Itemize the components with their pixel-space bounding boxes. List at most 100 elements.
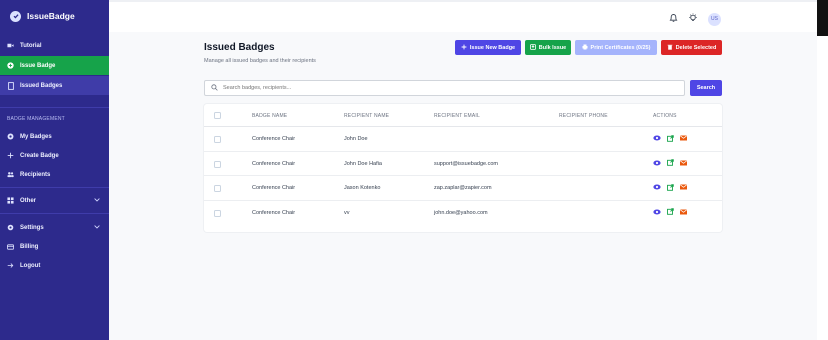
recipient-name-cell: vv xyxy=(344,209,350,216)
column-header-recipient-email: RECIPIENT EMAIL xyxy=(434,113,480,119)
badge-name-cell: Conference Chair xyxy=(252,209,296,216)
row-checkbox[interactable] xyxy=(214,209,221,217)
mail-icon[interactable] xyxy=(679,134,687,142)
plus-icon xyxy=(461,44,467,52)
table-row: Conference Chair Jason Kotenko zap.zapla… xyxy=(204,176,722,201)
eye-icon[interactable] xyxy=(653,208,661,216)
sidebar-item-issue-badge[interactable]: Issue Badge xyxy=(0,56,109,75)
column-header-recipient-phone: RECIPIENT PHONE xyxy=(559,113,608,119)
recipient-email-cell: john.doe@yahoo.com xyxy=(434,209,488,216)
gear-icon xyxy=(7,224,14,231)
topbar: US xyxy=(109,0,817,32)
mail-icon[interactable] xyxy=(679,159,687,167)
sidebar-item-billing[interactable]: Billing xyxy=(0,237,109,256)
eye-icon[interactable] xyxy=(653,183,661,191)
table-row: Conference Chair John Doe Hafia support@… xyxy=(204,152,722,176)
card-icon xyxy=(7,243,14,250)
divider xyxy=(0,107,109,108)
bell-icon[interactable] xyxy=(669,10,678,28)
recipient-name-cell: Jason Kotenko xyxy=(344,185,381,191)
chevron-down-icon xyxy=(94,197,100,204)
button-label: Bulk Issue xyxy=(538,44,567,51)
divider xyxy=(0,213,109,214)
users-icon xyxy=(7,171,14,178)
sidebar-item-issued-badges[interactable]: Issued Badges xyxy=(0,76,109,95)
button-label: Print Certificates (0/25) xyxy=(590,44,651,51)
external-link-icon[interactable] xyxy=(666,159,674,167)
issued-badges-table: BADGE NAME RECIPIENT NAME RECIPIENT EMAI… xyxy=(204,104,722,232)
sidebar-item-label: Recipients xyxy=(20,171,51,178)
printer-icon xyxy=(582,44,588,52)
plus-icon xyxy=(7,152,14,159)
window-edge xyxy=(817,0,828,36)
sidebar-item-label: Settings xyxy=(20,224,44,231)
video-icon xyxy=(7,42,14,49)
column-header-recipient-name: RECIPIENT NAME xyxy=(344,113,390,119)
badge-name-cell: Conference Chair xyxy=(252,136,296,142)
row-checkbox[interactable] xyxy=(214,185,221,192)
row-checkbox[interactable] xyxy=(214,160,221,168)
lightbulb-icon[interactable] xyxy=(688,10,698,28)
mail-icon[interactable] xyxy=(679,183,687,191)
select-all-checkbox[interactable] xyxy=(214,112,221,119)
divider xyxy=(0,187,109,188)
row-checkbox[interactable] xyxy=(214,136,221,143)
external-link-icon[interactable] xyxy=(666,134,674,142)
app-name: IssueBadge xyxy=(27,11,75,21)
search-icon xyxy=(211,83,218,93)
page-title: Issued Badges xyxy=(204,42,275,53)
badge-name-cell: Conference Chair xyxy=(252,185,296,191)
sidebar-item-create-badge[interactable]: Create Badge xyxy=(0,146,109,165)
plus-circle-icon xyxy=(7,62,14,69)
sidebar-item-logout[interactable]: Logout xyxy=(0,256,109,275)
sidebar-item-my-badges[interactable]: My Badges xyxy=(0,127,109,146)
mail-icon[interactable] xyxy=(679,208,687,216)
section-title: BADGE MANAGEMENT xyxy=(7,116,65,122)
sidebar-item-tutorial[interactable]: Tutorial xyxy=(0,36,109,55)
upload-icon xyxy=(529,43,536,52)
issue-new-badge-button[interactable]: Issue New Badge xyxy=(455,40,521,55)
eye-icon[interactable] xyxy=(653,159,661,167)
bulk-issue-button[interactable]: Bulk Issue xyxy=(525,40,571,55)
external-link-icon[interactable] xyxy=(666,208,674,216)
column-header-actions: ACTIONS xyxy=(653,113,677,119)
sidebar-item-other[interactable]: Other xyxy=(0,191,109,210)
badge-name-cell: Conference Chair xyxy=(252,160,296,167)
document-icon xyxy=(7,81,14,90)
sidebar-item-label: Logout xyxy=(20,262,41,269)
sidebar-item-label: My Badges xyxy=(20,133,52,140)
row-actions xyxy=(653,134,687,142)
column-header-badge-name: BADGE NAME xyxy=(252,113,288,119)
button-label: Delete Selected xyxy=(675,44,717,51)
arrow-right-icon xyxy=(7,262,14,269)
row-actions xyxy=(653,183,687,191)
sidebar-item-label: Create Badge xyxy=(20,152,59,159)
sidebar-item-label: Other xyxy=(20,197,37,204)
badge-check-icon xyxy=(10,10,21,22)
table-row: Conference Chair vv john.doe@yahoo.com xyxy=(204,201,722,226)
brand[interactable]: IssueBadge xyxy=(0,0,109,32)
page-subtitle: Manage all issued badges and their recip… xyxy=(204,58,316,64)
gear-badge-icon xyxy=(7,133,14,140)
recipient-email-cell: support@issuebadge.com xyxy=(434,160,498,167)
trash-icon xyxy=(667,44,673,52)
delete-selected-button[interactable]: Delete Selected xyxy=(661,40,722,55)
sidebar-item-recipients[interactable]: Recipients xyxy=(0,165,109,184)
eye-icon[interactable] xyxy=(653,134,661,142)
row-actions xyxy=(653,159,687,167)
button-label: Issue New Badge xyxy=(469,44,516,51)
search-input[interactable] xyxy=(223,85,663,91)
recipient-email-cell: zap.zaplar@zapier.com xyxy=(434,185,492,191)
main-content: Issued Badges Manage all issued badges a… xyxy=(109,32,817,340)
avatar[interactable]: US xyxy=(708,12,721,26)
sidebar: IssueBadge Tutorial Issue Badge Issued B… xyxy=(0,0,109,340)
topbar-actions: US xyxy=(669,10,721,28)
sidebar-item-label: Billing xyxy=(20,243,39,250)
chevron-down-icon xyxy=(94,224,100,231)
external-link-icon[interactable] xyxy=(666,183,674,191)
search-button[interactable]: Search xyxy=(690,80,722,96)
print-certificates-button[interactable]: Print Certificates (0/25) xyxy=(575,40,657,55)
sidebar-item-label: Issue Badge xyxy=(20,62,56,69)
table-header: BADGE NAME RECIPIENT NAME RECIPIENT EMAI… xyxy=(204,104,722,127)
sidebar-item-settings[interactable]: Settings xyxy=(0,218,109,237)
